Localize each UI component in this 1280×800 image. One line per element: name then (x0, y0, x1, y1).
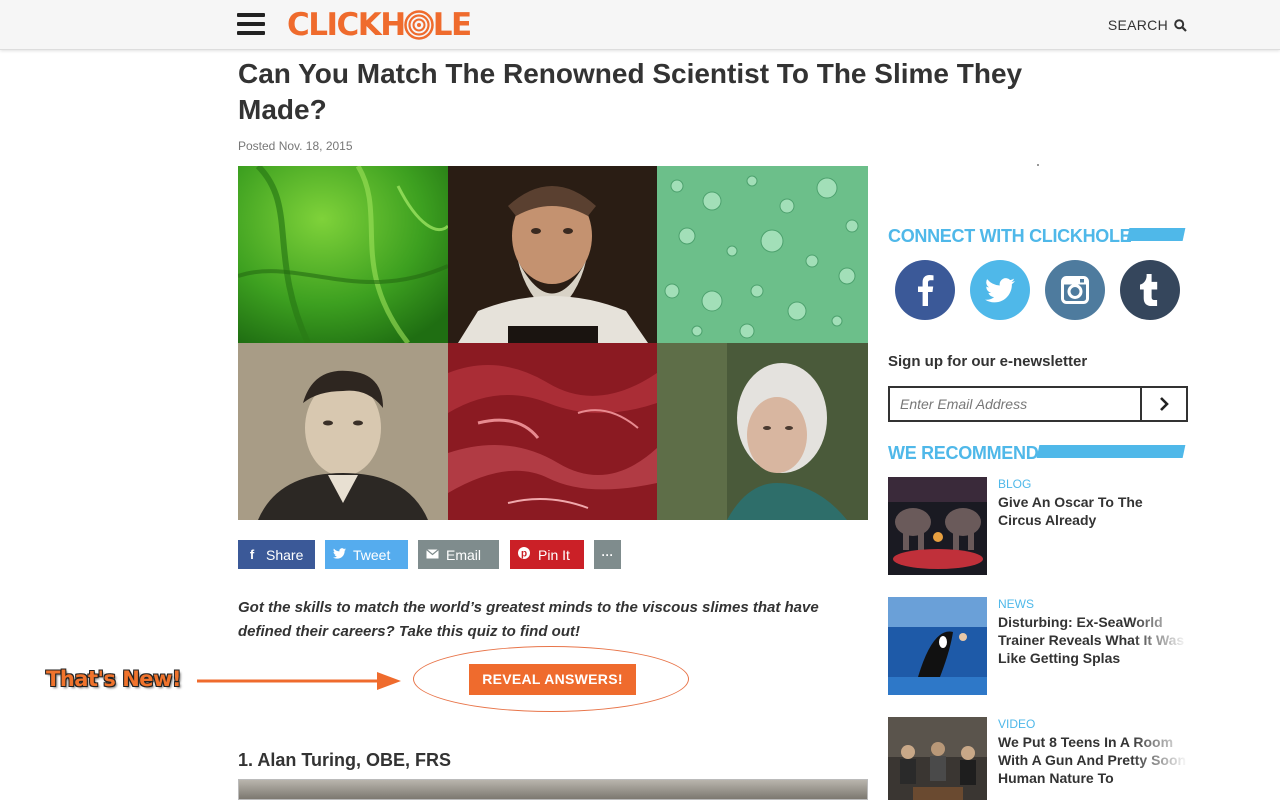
menu-icon[interactable] (237, 13, 265, 35)
logo-swirl-icon (404, 10, 434, 40)
twitter-icon (325, 547, 353, 562)
red-slime-image (448, 343, 657, 520)
posted-date: Posted Nov. 18, 2015 (238, 139, 353, 153)
chevron-right-icon (1160, 397, 1169, 411)
twitter-social-button[interactable] (970, 260, 1030, 320)
more-share-button[interactable]: ··· (594, 540, 621, 569)
search-icon (1174, 18, 1187, 32)
instagram-icon (1061, 276, 1089, 304)
recommend-heading: WE RECOMMEND (888, 443, 1186, 463)
newsletter-submit-button[interactable] (1140, 388, 1186, 420)
logo-text-right: LE (432, 7, 472, 43)
article-title: Can You Match The Renowned Scientist To … (238, 58, 1023, 125)
annotation-arrow-icon (197, 672, 401, 690)
facebook-share-label: Share (266, 546, 304, 563)
facebook-share-button[interactable]: f Share (238, 540, 315, 569)
article-intro: Got the skills to match the world’s grea… (238, 599, 819, 640)
recommend-heading-text: WE RECOMMEND (888, 443, 1039, 463)
svg-text:p: p (521, 549, 527, 560)
tweet-button[interactable]: Tweet (325, 540, 408, 569)
recommendation-item[interactable]: BLOG Give An Oscar To The Circus Already (888, 477, 1188, 577)
newsletter-label: Sign up for our e-newsletter (888, 353, 1088, 370)
facebook-social-button[interactable] (895, 260, 955, 320)
recommendation-title[interactable]: We Put 8 Teens In A Room With A Gun And … (998, 733, 1188, 787)
pin-it-label: Pin It (538, 546, 570, 563)
connect-heading-text: CONNECT WITH CLICKHOLE (888, 226, 1132, 246)
recommendation-category: BLOG (998, 477, 1032, 491)
twitter-icon (985, 277, 1015, 302)
bubbly-slime-image (657, 166, 868, 343)
recommendation-category: NEWS (998, 597, 1034, 611)
question-image (238, 779, 868, 800)
tumblr-icon (1140, 274, 1158, 306)
email-input[interactable] (890, 388, 1140, 420)
connect-heading: CONNECT WITH CLICKHOLE (888, 226, 1186, 246)
hero-image-collage (238, 166, 868, 520)
tweet-label: Tweet (353, 546, 391, 563)
site-header: CLICKH LE SEARCH (0, 0, 1280, 50)
circus-thumbnail-image (888, 477, 987, 575)
pin-it-button[interactable]: p Pin It (510, 540, 584, 569)
green-slime-image (238, 166, 448, 343)
divider-dot (1037, 164, 1039, 166)
jane-goodall-portrait-image (657, 343, 868, 520)
orca-thumbnail-image (888, 597, 987, 695)
email-label: Email (446, 546, 482, 563)
pinterest-icon: p (510, 547, 538, 562)
heading-accent-bar (1126, 228, 1186, 241)
teens-room-thumbnail-image (888, 717, 987, 800)
heading-accent-bar (1036, 445, 1186, 458)
recommendation-title[interactable]: Give An Oscar To The Circus Already (998, 493, 1188, 529)
instagram-social-button[interactable] (1045, 260, 1105, 320)
annotation-label: That's New! (46, 667, 182, 691)
search-label: SEARCH (1107, 17, 1168, 33)
facebook-icon: f (249, 547, 255, 562)
recommendation-item[interactable]: VIDEO We Put 8 Teens In A Room With A Gu… (888, 717, 1188, 800)
tumblr-social-button[interactable] (1120, 260, 1180, 320)
site-logo[interactable]: CLICKH LE (287, 6, 472, 44)
facebook-icon (918, 275, 934, 306)
email-share-button[interactable]: Email (418, 540, 499, 569)
turing-portrait-image (238, 343, 448, 520)
logo-text-left: CLICKH (287, 7, 406, 43)
recommendation-category: VIDEO (998, 717, 1036, 731)
newsletter-form (888, 386, 1188, 422)
recommendation-title[interactable]: Disturbing: Ex-SeaWorld Trainer Reveals … (998, 613, 1188, 667)
search-button[interactable]: SEARCH (1108, 17, 1187, 33)
question-heading: 1. Alan Turing, OBE, FRS (238, 750, 452, 770)
reveal-answers-button[interactable]: REVEAL ANSWERS! (469, 664, 636, 695)
galileo-portrait-image (448, 166, 657, 343)
envelope-icon (418, 547, 446, 562)
more-icon: ··· (601, 547, 614, 562)
recommendation-item[interactable]: NEWS Disturbing: Ex-SeaWorld Trainer Rev… (888, 597, 1188, 697)
